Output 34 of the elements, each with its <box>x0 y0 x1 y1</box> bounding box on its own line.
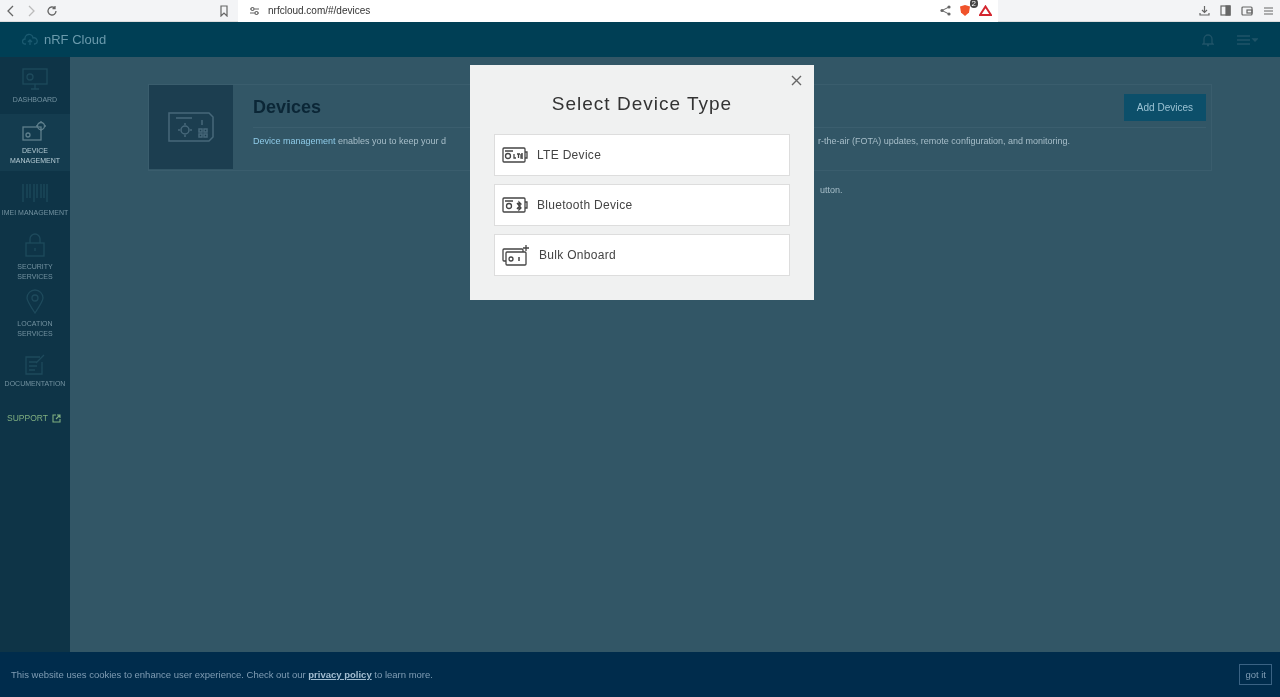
support-link[interactable]: SUPPORT <box>7 413 70 423</box>
back-icon[interactable] <box>6 4 16 17</box>
device-type-option[interactable]: Bluetooth Device <box>494 184 790 226</box>
close-icon[interactable] <box>791 75 802 86</box>
description-text: Device management enables you to keep your d <box>253 136 448 146</box>
external-link-icon <box>51 413 61 423</box>
lte-device-icon <box>502 147 528 163</box>
address-field[interactable]: nrfcloud.com/#/devices <box>268 5 932 16</box>
got-it-button[interactable]: got it <box>1239 664 1272 685</box>
dialog-title: Select Device Type <box>550 93 734 115</box>
device-type-option[interactable]: LTE Device <box>494 134 790 176</box>
shield-icon[interactable] <box>959 4 971 17</box>
download-icon[interactable] <box>1199 5 1210 16</box>
add-devices-button[interactable]: Add Devices <box>1123 93 1206 121</box>
site-settings-icon[interactable] <box>249 5 260 16</box>
shield-badge: 2 <box>969 0 978 8</box>
stacked-devices-plus-icon <box>502 244 530 266</box>
privacy-policy-link[interactable]: privacy policy <box>308 669 372 680</box>
device-type-option[interactable]: Bulk Onboard <box>494 234 790 276</box>
description-text: r-the-air (FOTA) updates, remote configuration, and monitoring. <box>818 136 1070 146</box>
hint-text: utton. <box>820 185 844 195</box>
reload-icon[interactable] <box>46 4 58 17</box>
share-icon[interactable] <box>940 5 951 16</box>
sidebar-icon[interactable] <box>1220 5 1231 16</box>
wallet-icon[interactable] <box>1241 5 1253 16</box>
bluetooth-device-icon <box>502 197 528 213</box>
cloud-icon <box>22 33 38 46</box>
device-board-icon <box>168 112 214 142</box>
device-management-link[interactable]: Device management <box>253 136 336 146</box>
brand-name[interactable]: nRF Cloud <box>44 32 107 47</box>
device-gear-icon <box>22 119 48 142</box>
bookmark-icon[interactable] <box>219 4 229 17</box>
triangle-icon[interactable] <box>979 5 992 16</box>
cookie-notice: This website uses cookies to enhance user experience. Check out our privacy policy to learn more. <box>11 669 434 680</box>
